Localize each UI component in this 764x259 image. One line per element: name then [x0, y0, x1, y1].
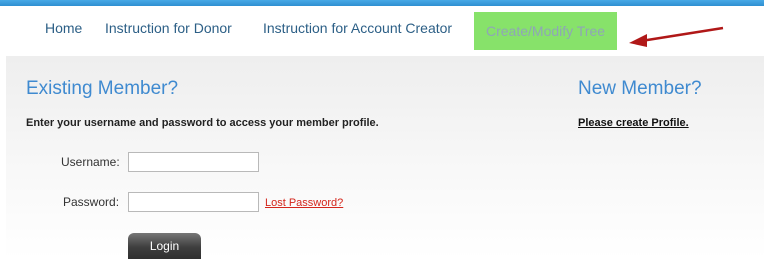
nav-item-instruction-donor[interactable]: Instruction for Donor	[105, 20, 232, 36]
login-button[interactable]: Login	[128, 233, 201, 259]
main-nav: Home Instruction for Donor Instruction f…	[0, 6, 764, 56]
username-label: Username:	[61, 155, 120, 169]
new-member-heading: New Member?	[578, 78, 702, 99]
password-label: Password:	[63, 195, 120, 209]
username-input[interactable]	[128, 152, 259, 172]
annotation-arrow-icon	[629, 26, 724, 47]
existing-member-heading: Existing Member?	[26, 78, 179, 99]
nav-item-instruction-account-creator[interactable]: Instruction for Account Creator	[263, 20, 452, 36]
password-input[interactable]	[128, 192, 259, 212]
nav-item-home[interactable]: Home	[45, 20, 82, 36]
nav-item-create-modify-tree[interactable]: Create/Modify Tree	[474, 12, 618, 50]
lost-password-link[interactable]: Lost Password?	[265, 197, 343, 209]
create-profile-link[interactable]: Please create Profile.	[578, 117, 689, 129]
login-instructions: Enter your username and password to acce…	[26, 117, 379, 129]
